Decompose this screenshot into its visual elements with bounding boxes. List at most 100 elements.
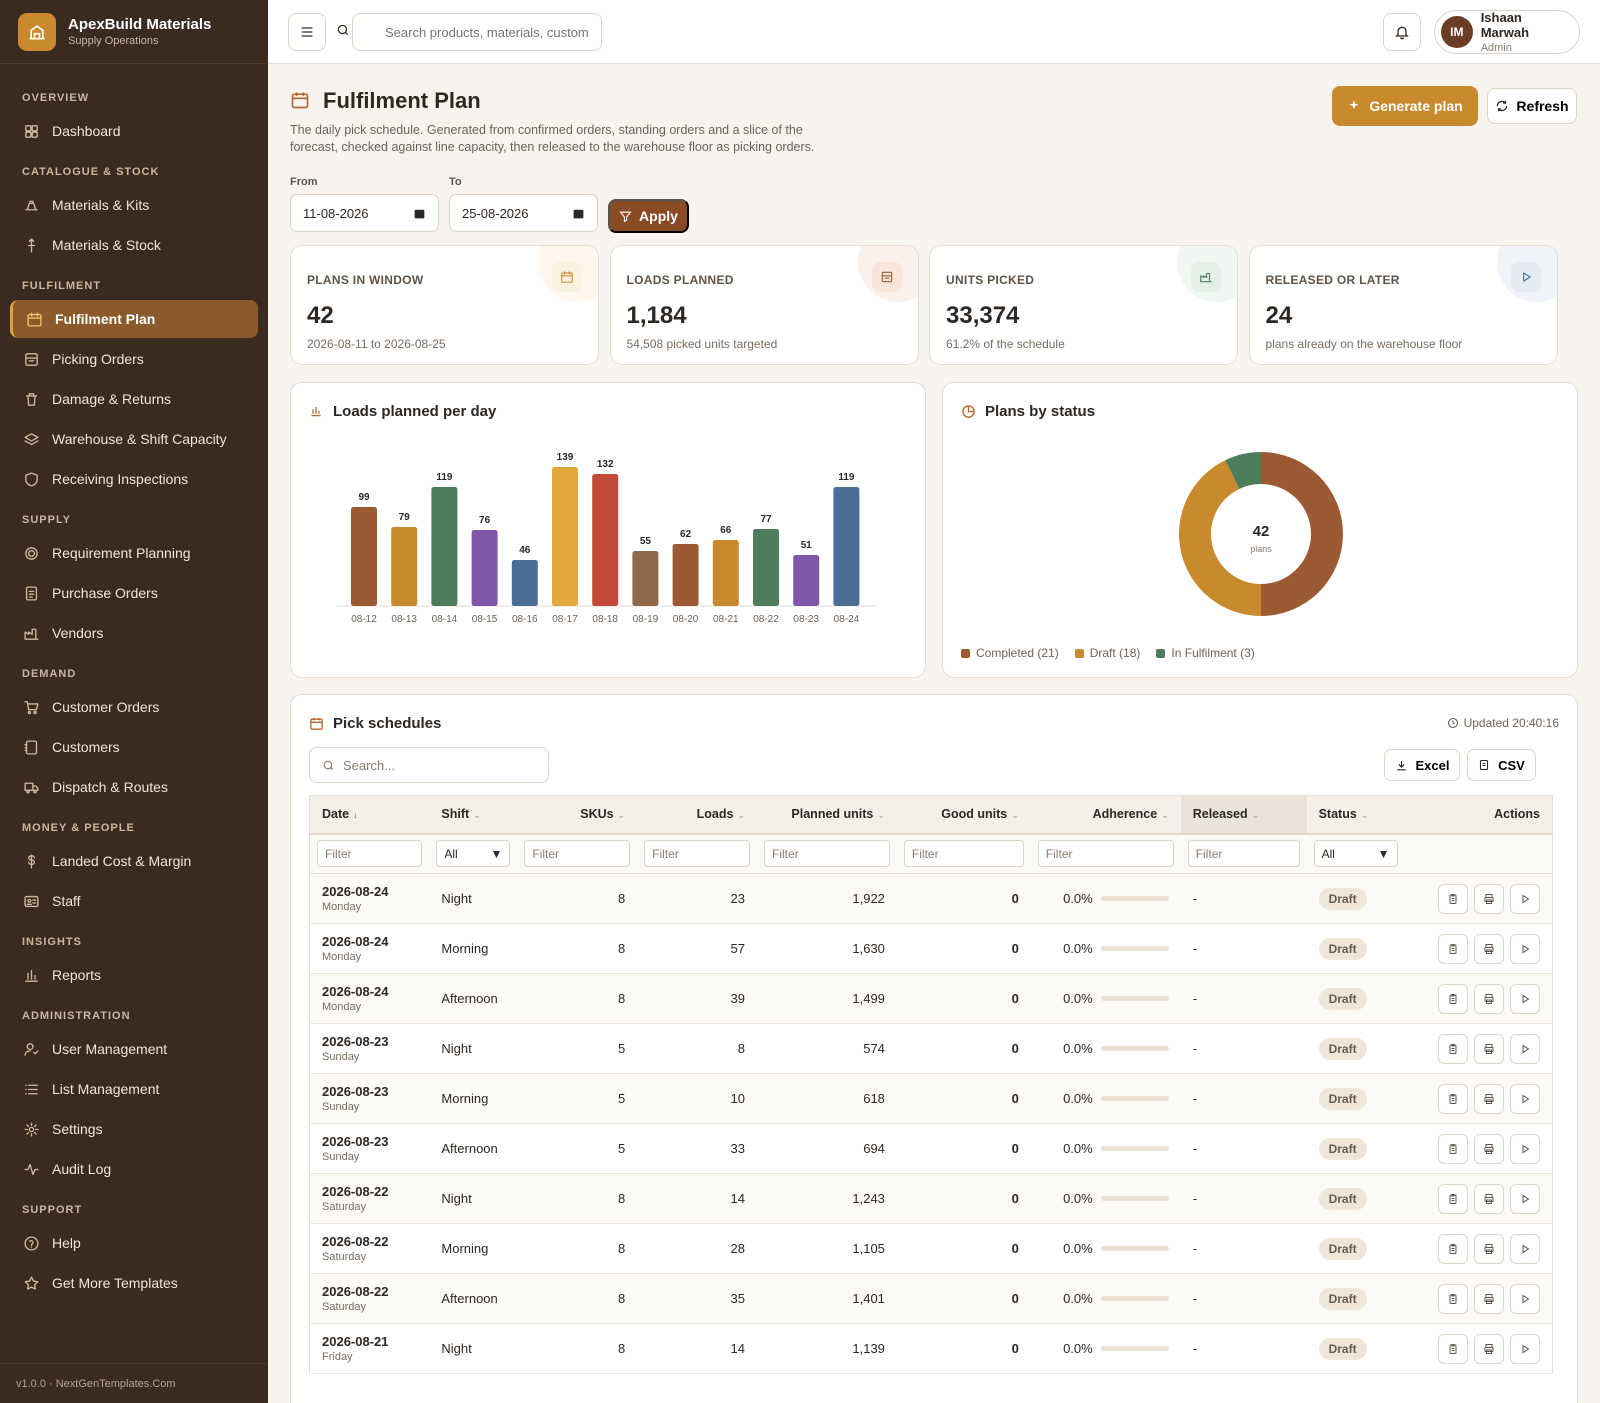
sidebar-item-reports[interactable]: Reports — [10, 956, 258, 994]
column-header-actions[interactable]: Actions — [1404, 795, 1553, 835]
table-search-input[interactable]: Search... — [309, 747, 549, 783]
sidebar-item-materials-kits[interactable]: Materials & Kits — [10, 186, 258, 224]
release-button[interactable] — [1510, 1233, 1540, 1264]
print-button[interactable] — [1474, 1333, 1504, 1364]
from-date-input[interactable]: 11-08-2026 — [290, 194, 439, 232]
table-row[interactable]: 2026-08-24 Monday Morning 8 57 1,630 0 0.0% - Dra… — [309, 923, 1553, 974]
legend-item[interactable]: Completed (21) — [961, 646, 1059, 660]
notifications-button[interactable] — [1383, 13, 1421, 51]
view-picking-button[interactable] — [1438, 1233, 1468, 1264]
bar-08-21[interactable] — [712, 540, 739, 606]
view-picking-button[interactable] — [1438, 983, 1468, 1014]
sidebar-item-materials-stock[interactable]: Materials & Stock — [10, 226, 258, 264]
sidebar-item-vendors[interactable]: Vendors — [10, 614, 258, 652]
view-picking-button[interactable] — [1438, 1283, 1468, 1314]
bar-08-12[interactable] — [351, 507, 377, 606]
release-button[interactable] — [1510, 1033, 1540, 1064]
release-button[interactable] — [1510, 1133, 1540, 1164]
sidebar-item-dashboard[interactable]: Dashboard — [10, 112, 258, 150]
menu-toggle-button[interactable] — [288, 13, 326, 51]
generate-plan-button[interactable]: Generate plan — [1332, 86, 1478, 126]
table-row[interactable]: 2026-08-24 Monday Afternoon 8 39 1,499 0 0.0% - D… — [309, 973, 1553, 1024]
table-row[interactable]: 2026-08-24 Monday Night 8 23 1,922 0 0.0% - Draft — [309, 873, 1553, 924]
print-button[interactable] — [1474, 883, 1504, 914]
bar-08-17[interactable] — [552, 467, 578, 606]
column-header-shift[interactable]: Shift ⌄ — [429, 795, 518, 835]
column-header-adherence[interactable]: Adherence ⌄ — [1030, 795, 1181, 835]
print-button[interactable] — [1474, 1283, 1504, 1314]
to-date-input[interactable]: 25-08-2026 — [449, 194, 598, 232]
apply-button[interactable]: Apply — [608, 199, 689, 233]
sidebar-item-purchase-orders[interactable]: Purchase Orders — [10, 574, 258, 612]
bar-08-22[interactable] — [753, 529, 779, 606]
bar-08-23[interactable] — [793, 555, 820, 606]
user-menu[interactable]: IM Ishaan Marwah Admin — [1434, 10, 1580, 54]
print-button[interactable] — [1474, 1133, 1504, 1164]
column-filter-input[interactable]: Filter — [903, 840, 1024, 868]
release-button[interactable] — [1510, 983, 1540, 1014]
column-filter-input[interactable]: Filter — [644, 840, 750, 868]
column-header-planned-units[interactable]: Planned units ⌄ — [757, 795, 897, 835]
sidebar-item-receiving-inspections[interactable]: Receiving Inspections — [10, 460, 258, 498]
shift-filter-select[interactable]: All ▼ — [436, 840, 511, 868]
bar-08-15[interactable] — [471, 530, 498, 606]
sidebar-item-dispatch-routes[interactable]: Dispatch & Routes — [10, 768, 258, 806]
export-excel-button[interactable]: Excel — [1384, 749, 1460, 781]
global-search-input[interactable] — [352, 13, 602, 51]
table-row[interactable]: 2026-08-22 Saturday Night 8 14 1,243 0 0.0% - Dra… — [309, 1173, 1553, 1224]
column-header-released[interactable]: Released ⌄ — [1180, 795, 1307, 835]
sidebar-item-settings[interactable]: Settings — [10, 1110, 258, 1148]
column-header-good-units[interactable]: Good units ⌄ — [896, 795, 1031, 835]
print-button[interactable] — [1474, 983, 1504, 1014]
release-button[interactable] — [1510, 1333, 1540, 1364]
release-button[interactable] — [1510, 1083, 1540, 1114]
view-picking-button[interactable] — [1438, 1033, 1468, 1064]
column-header-skus[interactable]: SKUs ⌄ — [517, 795, 638, 835]
column-filter-input[interactable]: Filter — [317, 840, 423, 868]
sidebar-item-audit-log[interactable]: Audit Log — [10, 1150, 258, 1188]
release-button[interactable] — [1510, 883, 1540, 914]
export-csv-button[interactable]: CSV — [1467, 749, 1536, 781]
release-button[interactable] — [1510, 933, 1540, 964]
bar-08-13[interactable] — [391, 527, 418, 606]
print-button[interactable] — [1474, 1233, 1504, 1264]
column-header-status[interactable]: Status ⌄ — [1306, 795, 1405, 835]
sidebar-item-staff[interactable]: Staff — [10, 882, 258, 920]
sidebar-item-warehouse-shift-capacity[interactable]: Warehouse & Shift Capacity — [10, 420, 258, 458]
sidebar-item-picking-orders[interactable]: Picking Orders — [10, 340, 258, 378]
sidebar-item-landed-cost-margin[interactable]: Landed Cost & Margin — [10, 842, 258, 880]
column-header-loads[interactable]: Loads ⌄ — [637, 795, 757, 835]
bar-08-24[interactable] — [833, 487, 860, 606]
view-picking-button[interactable] — [1438, 1083, 1468, 1114]
legend-item[interactable]: Draft (18) — [1074, 646, 1140, 660]
table-row[interactable]: 2026-08-23 Sunday Morning 5 10 618 0 0.0% - Draft — [309, 1073, 1553, 1124]
table-row[interactable]: 2026-08-23 Sunday Night 5 8 574 0 0.0% - Draft — [309, 1023, 1553, 1074]
table-row[interactable]: 2026-08-22 Saturday Afternoon 8 35 1,401 0 0.0%… — [309, 1273, 1553, 1324]
print-button[interactable] — [1474, 1033, 1504, 1064]
column-filter-input[interactable]: Filter — [524, 840, 631, 868]
print-button[interactable] — [1474, 1183, 1504, 1214]
view-picking-button[interactable] — [1438, 1333, 1468, 1364]
view-picking-button[interactable] — [1438, 1133, 1468, 1164]
sidebar-item-customer-orders[interactable]: Customer Orders — [10, 688, 258, 726]
sidebar-item-help[interactable]: Help — [10, 1224, 258, 1262]
table-row[interactable]: 2026-08-22 Saturday Morning 8 28 1,105 0 0.0% - D… — [309, 1223, 1553, 1274]
release-button[interactable] — [1510, 1183, 1540, 1214]
release-button[interactable] — [1510, 1283, 1540, 1314]
view-picking-button[interactable] — [1438, 1183, 1468, 1214]
bar-08-18[interactable] — [592, 474, 619, 606]
sidebar-item-get-more-templates[interactable]: Get More Templates — [10, 1264, 258, 1302]
legend-item[interactable]: In Fulfilment (3) — [1156, 646, 1255, 660]
print-button[interactable] — [1474, 933, 1504, 964]
refresh-button[interactable]: Refresh — [1487, 88, 1577, 124]
sidebar-item-damage-returns[interactable]: Damage & Returns — [10, 380, 258, 418]
bar-08-14[interactable] — [431, 487, 458, 606]
print-button[interactable] — [1474, 1083, 1504, 1114]
view-picking-button[interactable] — [1438, 883, 1468, 914]
column-header-date[interactable]: Date ↓ — [309, 795, 430, 835]
status-filter-select[interactable]: All ▼ — [1313, 840, 1398, 868]
sidebar-item-customers[interactable]: Customers — [10, 728, 258, 766]
sidebar-item-fulfilment-plan[interactable]: Fulfilment Plan — [10, 300, 258, 338]
bar-08-20[interactable] — [672, 544, 699, 606]
table-row[interactable]: 2026-08-21 Friday Night 8 14 1,139 0 0.0% - Draft — [309, 1323, 1553, 1374]
